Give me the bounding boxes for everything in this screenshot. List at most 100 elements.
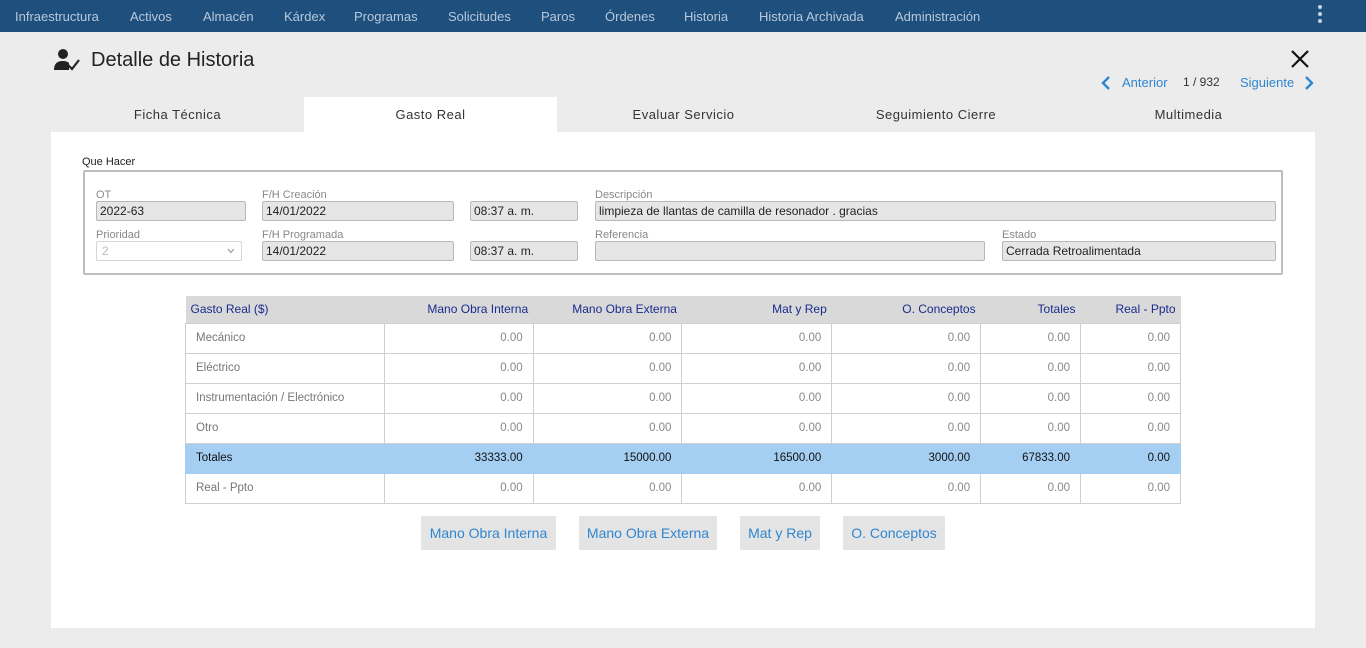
column-header: O. Conceptos	[831, 296, 981, 323]
row-label: Real - Ppto	[185, 472, 385, 504]
row-label: Eléctrico	[185, 352, 385, 384]
nav-item-almacen[interactable]: Almacén	[203, 9, 254, 24]
table-cell: 0.00	[1080, 322, 1181, 354]
nav-item-solicitudes[interactable]: Solicitudes	[448, 9, 511, 24]
table-cell: 0.00	[980, 352, 1082, 384]
nav-item-historia-archivada[interactable]: Historia Archivada	[759, 9, 864, 24]
table-row: Otro 0.00 0.00 0.00 0.00 0.00 0.00	[185, 412, 1181, 444]
table-cell: 0.00	[1080, 412, 1181, 444]
table-cell: 0.00	[532, 382, 683, 414]
table-row: Instrumentación / Electrónico 0.00 0.00 …	[185, 382, 1181, 414]
table-cell: 0.00	[681, 322, 833, 354]
column-header: Totales	[980, 296, 1081, 323]
table-cell: 0.00	[532, 352, 683, 384]
fh-programada-time-field[interactable]: 08:37 a. m.	[470, 241, 578, 261]
prioridad-value: 2	[102, 244, 109, 258]
table-cell: 0.00	[532, 412, 683, 444]
table-header-row: Gasto Real ($) Mano Obra Interna Mano Ob…	[185, 296, 1181, 323]
table-cell: 33333.00	[383, 442, 534, 474]
prioridad-label: Prioridad	[96, 229, 141, 241]
o-conceptos-button[interactable]: O. Conceptos	[843, 516, 945, 550]
page-title: Detalle de Historia	[91, 49, 255, 71]
table-cell: 0.00	[681, 382, 833, 414]
table-cell: 0.00	[681, 472, 833, 504]
table-cell: 0.00	[980, 412, 1082, 444]
tab-multimedia[interactable]: Multimedia	[1062, 97, 1315, 132]
column-header: Gasto Real ($)	[185, 296, 385, 323]
referencia-label: Referencia	[595, 229, 649, 241]
fh-creacion-time-field[interactable]: 08:37 a. m.	[470, 201, 578, 221]
table-cell: 0.00	[831, 412, 982, 444]
row-label: Otro	[185, 412, 385, 444]
nav-item-kardex[interactable]: Kárdex	[284, 9, 325, 24]
column-header: Mano Obra Interna	[384, 296, 534, 323]
descripcion-field[interactable]: limpieza de llantas de camilla de resona…	[595, 201, 1276, 221]
row-label: Totales	[185, 442, 385, 474]
prioridad-select[interactable]: 2	[96, 241, 242, 261]
referencia-field[interactable]	[595, 241, 985, 261]
section-label: Que Hacer	[82, 156, 136, 168]
fh-programada-date-field[interactable]: 14/01/2022	[262, 241, 454, 261]
row-label: Instrumentación / Electrónico	[185, 382, 385, 414]
chevron-right-icon[interactable]	[1304, 76, 1314, 90]
table-cell: 0.00	[980, 322, 1082, 354]
table-row: Eléctrico 0.00 0.00 0.00 0.00 0.00 0.00	[185, 352, 1181, 384]
previous-link[interactable]: Anterior	[1122, 75, 1168, 90]
nav-item-historia[interactable]: Historia	[684, 9, 728, 24]
ot-field[interactable]: 2022-63	[96, 201, 246, 221]
table-cell: 0.00	[1080, 442, 1181, 474]
table-cell: 0.00	[831, 352, 982, 384]
nav-item-ordenes[interactable]: Órdenes	[605, 9, 655, 24]
column-header: Mat y Rep	[681, 296, 832, 323]
table-cell: 0.00	[681, 352, 833, 384]
column-header: Mano Obra Externa	[533, 296, 682, 323]
close-icon[interactable]	[1288, 47, 1312, 71]
fh-creacion-label: F/H Creación	[262, 189, 327, 201]
table-cell: 0.00	[532, 322, 683, 354]
table-cell: 0.00	[980, 472, 1082, 504]
record-counter: 1 / 932	[1183, 75, 1220, 89]
tab-ficha-tecnica[interactable]: Ficha Técnica	[51, 97, 304, 132]
mano-obra-interna-button[interactable]: Mano Obra Interna	[421, 516, 556, 550]
table-cell: 0.00	[831, 322, 982, 354]
top-nav: Infraestructura Activos Almacén Kárdex P…	[0, 0, 1366, 32]
estado-field[interactable]: Cerrada Retroalimentada	[1002, 241, 1276, 261]
mano-obra-externa-button[interactable]: Mano Obra Externa	[579, 516, 717, 550]
table-cell: 0.00	[532, 472, 683, 504]
nav-item-administracion[interactable]: Administración	[895, 9, 980, 24]
chevron-left-icon[interactable]	[1101, 76, 1111, 90]
table-cell: 0.00	[1080, 352, 1181, 384]
column-header: Real - Ppto	[1080, 296, 1181, 323]
descripcion-label: Descripción	[595, 189, 653, 201]
tab-gasto-real[interactable]: Gasto Real	[304, 97, 557, 132]
fh-creacion-date-field[interactable]: 14/01/2022	[262, 201, 454, 221]
table-cell: 0.00	[383, 352, 534, 384]
row-label: Mecánico	[185, 322, 385, 354]
table-cell: 3000.00	[831, 442, 982, 474]
user-check-icon	[54, 49, 80, 71]
tab-evaluar-servicio[interactable]: Evaluar Servicio	[557, 97, 810, 132]
ot-label: OT	[96, 189, 112, 201]
nav-item-paros[interactable]: Paros	[541, 9, 575, 24]
tab-bar: Ficha Técnica Gasto Real Evaluar Servici…	[51, 97, 1315, 132]
table-row: Mecánico 0.00 0.00 0.00 0.00 0.00 0.00	[185, 322, 1181, 354]
next-link[interactable]: Siguiente	[1240, 75, 1294, 90]
table-cell: 0.00	[383, 412, 534, 444]
table-cell: 0.00	[383, 322, 534, 354]
table-row: Real - Ppto 0.00 0.00 0.00 0.00 0.00 0.0…	[185, 472, 1181, 504]
table-cell: 0.00	[383, 472, 534, 504]
table-cell: 67833.00	[980, 442, 1082, 474]
nav-item-activos[interactable]: Activos	[130, 9, 172, 24]
table-cell: 0.00	[831, 472, 982, 504]
gasto-real-table: Gasto Real ($) Mano Obra Interna Mano Ob…	[185, 296, 1181, 504]
tab-seguimiento-cierre[interactable]: Seguimiento Cierre	[810, 97, 1062, 132]
table-cell: 0.00	[1080, 472, 1181, 504]
estado-label: Estado	[1002, 229, 1037, 241]
table-cell: 16500.00	[681, 442, 833, 474]
more-vert-icon[interactable]	[1314, 5, 1326, 25]
nav-item-infraestructura[interactable]: Infraestructura	[15, 9, 99, 24]
nav-item-programas[interactable]: Programas	[354, 9, 418, 24]
mat-y-rep-button[interactable]: Mat y Rep	[740, 516, 820, 550]
table-cell: 0.00	[383, 382, 534, 414]
totals-row: Totales 33333.00 15000.00 16500.00 3000.…	[185, 442, 1181, 474]
